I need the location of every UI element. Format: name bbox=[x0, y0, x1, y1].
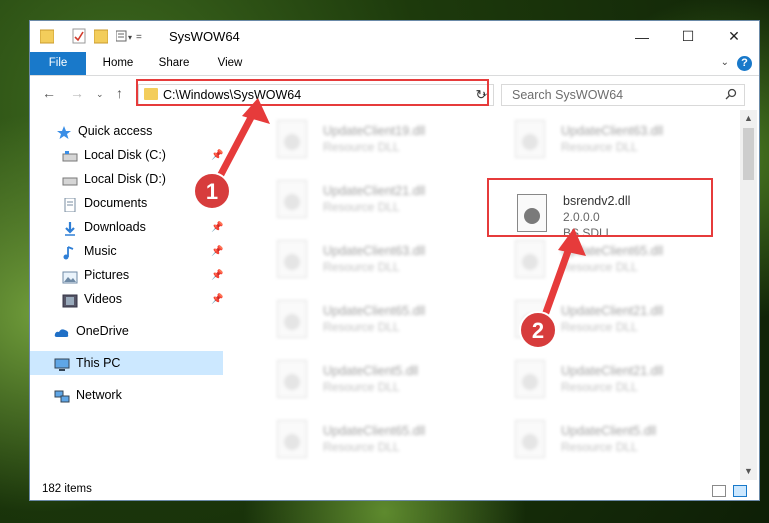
arrow-2-icon bbox=[540, 228, 586, 322]
arrow-1-icon bbox=[214, 98, 270, 184]
step-marker-2: 2 bbox=[519, 311, 557, 349]
annotation-arrows bbox=[214, 98, 586, 322]
step-marker-1: 1 bbox=[193, 172, 231, 210]
